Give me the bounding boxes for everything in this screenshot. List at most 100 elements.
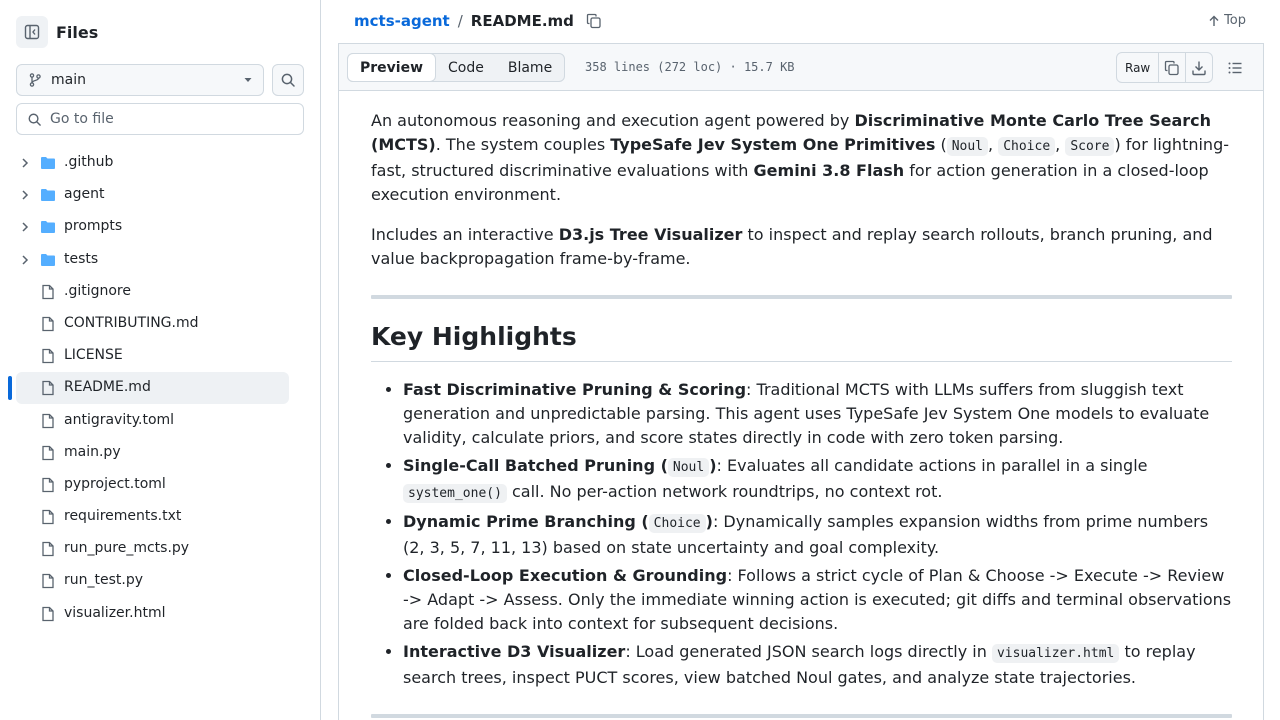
file-icon: [42, 606, 54, 622]
text: . The system couples: [435, 135, 611, 154]
text: : Load generated JSON search logs direct…: [625, 642, 992, 661]
search-files-button[interactable]: [272, 64, 304, 96]
tab-blame[interactable]: Blame: [496, 54, 564, 81]
download-icon: [1192, 61, 1206, 75]
intro-paragraph: An autonomous reasoning and execution ag…: [371, 109, 1232, 207]
inline-code: Noul: [946, 137, 989, 156]
bold-text: Interactive D3 Visualizer: [403, 642, 626, 661]
file-icon: [42, 509, 54, 525]
tree-item-antigravity[interactable]: antigravity.toml: [16, 405, 289, 437]
list-item: Interactive D3 Visualizer: Load generate…: [403, 640, 1232, 690]
sidebar-collapse-icon: [24, 24, 40, 40]
raw-button[interactable]: Raw: [1117, 53, 1158, 82]
tab-preview[interactable]: Preview: [347, 53, 437, 82]
tree-item-label: README.md: [64, 379, 151, 395]
tree-item-run-test[interactable]: run_test.py: [16, 565, 289, 597]
sidebar-header: Files: [16, 16, 98, 48]
tree-item-label: main.py: [64, 444, 121, 460]
folder-icon: [41, 157, 55, 169]
bold-text: ): [705, 512, 713, 531]
text: (: [935, 135, 947, 154]
file-icon: [42, 380, 54, 396]
tree-item-agent[interactable]: agent: [16, 179, 289, 211]
text: call. No per-action network roundtrips, …: [506, 482, 943, 501]
inline-code: system_one(): [403, 484, 507, 503]
text: An autonomous reasoning and execution ag…: [371, 111, 855, 130]
tree-item-main-py[interactable]: main.py: [16, 437, 289, 469]
search-icon: [28, 113, 41, 126]
list-item: Fast Discriminative Pruning & Scoring: T…: [403, 378, 1232, 450]
tree-item-run-pure-mcts[interactable]: run_pure_mcts.py: [16, 533, 289, 565]
chevron-right-icon[interactable]: [19, 157, 31, 169]
file-icon: [42, 541, 54, 557]
bold-text: Closed-Loop Execution & Grounding: [403, 566, 728, 585]
chevron-right-icon[interactable]: [19, 189, 31, 201]
tree-item-gitignore[interactable]: .gitignore: [16, 276, 289, 308]
tree-item-prompts[interactable]: prompts: [16, 211, 289, 243]
folder-icon: [41, 221, 55, 233]
readme-content: An autonomous reasoning and execution ag…: [371, 109, 1232, 720]
section-heading: Key Highlights: [371, 321, 1232, 362]
text: ,: [988, 135, 999, 154]
copy-raw-button[interactable]: [1158, 53, 1185, 82]
list-item: Single-Call Batched Pruning (Noul): Eval…: [403, 454, 1232, 506]
branch-name: main: [51, 72, 86, 88]
git-branch-icon: [29, 73, 41, 87]
horizontal-rule: [371, 295, 1232, 299]
tab-code[interactable]: Code: [436, 54, 496, 81]
tree-item-label: run_pure_mcts.py: [64, 540, 190, 556]
file-icon: [42, 316, 54, 332]
tree-item-visualizer[interactable]: visualizer.html: [16, 598, 289, 630]
bold-text: Gemini 3.8 Flash: [753, 161, 905, 180]
text: : Evaluates all candidate actions in par…: [716, 456, 1148, 475]
tree-item-label: tests: [64, 251, 99, 267]
copy-path-button[interactable]: [586, 13, 602, 29]
horizontal-rule: [371, 714, 1232, 718]
download-button[interactable]: [1185, 53, 1212, 82]
branch-selector[interactable]: main: [16, 64, 264, 96]
top-label: Top: [1224, 13, 1246, 28]
back-to-top-button[interactable]: Top: [1208, 13, 1246, 28]
tree-item-github[interactable]: .github: [16, 147, 289, 179]
sidebar-title: Files: [56, 22, 99, 42]
highlights-list: Fast Discriminative Pruning & Scoring: T…: [371, 378, 1232, 690]
tree-item-label: pyproject.toml: [64, 476, 166, 492]
copy-icon: [586, 13, 601, 29]
go-to-file-field[interactable]: [16, 103, 304, 135]
breadcrumb-repo-link[interactable]: mcts-agent: [354, 12, 450, 30]
tree-item-label: prompts: [64, 218, 123, 234]
chevron-right-icon[interactable]: [19, 254, 31, 266]
outline-button[interactable]: [1219, 52, 1251, 83]
tree-item-label: .gitignore: [64, 283, 131, 299]
file-toolbar: Preview Code Blame 358 lines (272 loc) ·…: [338, 44, 1264, 91]
list-outline-icon: [1228, 62, 1242, 73]
inline-code: Noul: [667, 458, 710, 477]
search-icon: [281, 73, 295, 87]
file-actions: Raw: [1116, 52, 1214, 83]
bold-text: D3.js Tree Visualizer: [558, 225, 743, 244]
file-icon: [42, 477, 54, 493]
file-icon: [42, 413, 54, 429]
chevron-right-icon[interactable]: [19, 221, 31, 233]
file-tree-sidebar: Files main .github agent prompts: [0, 0, 321, 720]
list-item: Dynamic Prime Branching (Choice): Dynami…: [403, 510, 1232, 560]
inline-code: Score: [1065, 137, 1115, 156]
visualizer-paragraph: Includes an interactive D3.js Tree Visua…: [371, 223, 1232, 271]
caret-down-icon: [244, 78, 252, 82]
tree-item-label: run_test.py: [64, 572, 144, 588]
breadcrumb-separator: /: [457, 12, 463, 30]
tree-item-label: antigravity.toml: [64, 412, 175, 428]
tree-item-tests[interactable]: tests: [16, 244, 289, 276]
readme-article: An autonomous reasoning and execution ag…: [338, 91, 1264, 720]
tree-item-readme[interactable]: README.md: [16, 372, 289, 404]
go-to-file-input[interactable]: [50, 111, 290, 127]
text: ,: [1055, 135, 1066, 154]
tree-item-pyproject[interactable]: pyproject.toml: [16, 469, 289, 501]
tree-item-contributing[interactable]: CONTRIBUTING.md: [16, 308, 289, 340]
tree-item-license[interactable]: LICENSE: [16, 340, 289, 372]
collapse-sidebar-button[interactable]: [16, 16, 48, 48]
tree-item-requirements[interactable]: requirements.txt: [16, 501, 289, 533]
view-mode-tabs: Preview Code Blame: [347, 53, 566, 82]
tree-item-label: visualizer.html: [64, 605, 166, 621]
breadcrumb-file: README.md: [470, 12, 574, 30]
